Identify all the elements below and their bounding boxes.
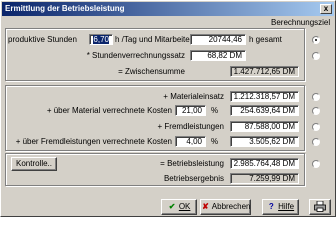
radio-materialeinsatz[interactable] [312,93,320,101]
title-bar: Ermittlung der Betriebsleistung x [2,2,334,16]
materialeinsatz-input[interactable]: 1.212.318,57 DM [230,91,299,102]
materialeinsatz-label: + Materialeinsatz [163,92,224,101]
help-icon: ? [268,202,274,211]
fremdleistungen-kosten-label: + über Fremdleistungen verrechnete Koste… [15,137,172,146]
radio-fremdleistungen-kosten[interactable] [312,138,320,146]
radio-stundenverrechnungssatz[interactable] [312,52,320,60]
material-prozent-sign: % [211,106,219,115]
stundenverrechnungssatz-label: * Stundenverrechnungssatz [86,51,185,60]
fremdleistungen-input[interactable]: 87.588,00 DM [230,121,299,132]
close-icon: x [323,4,329,13]
berechnungsziel-label: Berechnungsziel [271,18,331,27]
produktive-stunden-label: produktive Stunden [8,35,77,44]
close-button[interactable]: x [320,4,332,14]
betriebsergebnis-label: Betriebsergebnis [163,174,224,183]
fremdleistungen-kosten-input[interactable]: 3.505,62 DM [230,136,299,147]
radio-material-kosten[interactable] [312,107,320,115]
abbrechen-button[interactable]: ✘ Abbrechen [200,199,251,215]
dialog-window: Ermittlung der Betriebsleistung x Berech… [0,0,336,217]
radio-betriebsleistung[interactable] [312,160,320,168]
betriebsleistung-label: = Betriebsleistung [160,159,224,168]
radio-fremdleistungen[interactable] [312,123,320,131]
pro-tag-label: h /Tag und Mitarbeiter [115,35,193,44]
fremdleistungen-label: + Fremdleistungen [157,122,224,131]
zwischensumme-value: 1.427.712,65 DM [230,66,299,77]
h-gesamt-label: h gesamt [249,35,282,44]
cross-icon: ✘ [202,202,209,211]
betriebsergebnis-value: 7.259,99 DM [230,173,299,184]
checkmark-icon: ✔ [168,202,176,211]
printer-icon [314,200,326,212]
material-kosten-input[interactable]: 254.639,64 DM [230,105,299,116]
hilfe-button[interactable]: ? Hilfe [262,199,299,215]
betriebsleistung-input[interactable]: 2.985.764,48 DM [230,158,299,169]
kontrolle-button[interactable]: Kontrolle.. [11,157,57,171]
fremdleistungen-prozent-sign: % [211,137,219,146]
print-button[interactable] [309,199,331,215]
zwischensumme-label: = Zwischensumme [118,67,185,76]
material-prozent-input[interactable]: 21,00 [175,105,206,116]
ok-button[interactable]: ✔ OK [161,199,197,215]
stunden-input[interactable]: 6,70 [89,34,113,45]
window-title: Ermittlung der Betriebsleistung [5,4,125,13]
fremdleistungen-prozent-input[interactable]: 4,00 [175,136,206,147]
stunden-gesamt-input[interactable]: 20744,46 [190,34,246,45]
radio-stunden[interactable] [312,36,320,44]
stundenverrechnungssatz-input[interactable]: 68,82 DM [190,50,246,61]
material-kosten-label: + über Material verrechnete Kosten [46,106,172,115]
